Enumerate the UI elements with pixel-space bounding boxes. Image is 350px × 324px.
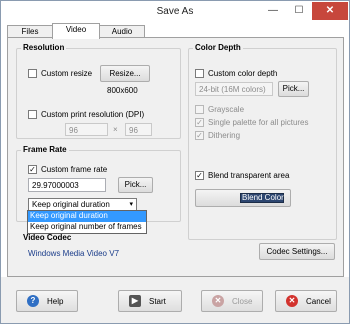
maximize-button[interactable]: ☐ [286, 2, 312, 20]
start-icon: ▶ [129, 295, 141, 307]
resize-button[interactable]: Resize... [100, 65, 150, 82]
blend-transparent-checkbox[interactable]: ✓ [195, 171, 204, 180]
cancel-label: Cancel [306, 297, 331, 306]
blend-color-label: Blend Color [242, 193, 284, 202]
custom-resize-checkbox[interactable] [28, 69, 37, 78]
close-circle-icon: ✕ [212, 295, 224, 307]
duration-option[interactable]: Keep original number of frames [28, 222, 146, 233]
dpi-x-field[interactable]: 96 [65, 123, 108, 136]
custom-color-depth-label: Custom color depth [208, 69, 278, 78]
close-button[interactable]: ✕ Close [201, 290, 263, 312]
color-depth-title: Color Depth [193, 43, 243, 52]
frame-rate-title: Frame Rate [21, 145, 69, 154]
dithering-checkbox[interactable]: ✓ [195, 131, 204, 140]
single-palette-label: Single palette for all pictures [208, 118, 309, 127]
custom-color-depth-checkbox[interactable] [195, 69, 204, 78]
video-codec-group: Video Codec Windows Media Video V7 Codec… [16, 233, 338, 270]
minimize-button[interactable]: — [260, 2, 286, 20]
custom-print-resolution-label: Custom print resolution (DPI) [41, 110, 145, 119]
color-depth-field[interactable]: 24-bit (16M colors) [195, 82, 273, 96]
close-window-button[interactable]: ✕ [312, 2, 348, 20]
custom-frame-rate-label: Custom frame rate [41, 165, 108, 174]
start-label: Start [149, 297, 166, 306]
close-label: Close [232, 297, 253, 306]
blend-transparent-label: Blend transparent area [208, 171, 290, 180]
color-depth-group: Color Depth Custom color depth 24-bit (1… [188, 43, 337, 240]
cancel-icon: ✕ [286, 295, 298, 307]
help-icon: ? [27, 295, 39, 307]
dpi-y-field[interactable]: 96 [125, 123, 152, 136]
duration-dropdown-list: Keep original duration Keep original num… [27, 210, 147, 234]
dpi-separator: × [113, 125, 118, 134]
start-button[interactable]: ▶ Start [118, 290, 182, 312]
grayscale-label: Grayscale [208, 105, 245, 114]
duration-selected: Keep original duration [32, 200, 110, 209]
resolution-title: Resolution [21, 43, 67, 52]
custom-resize-label: Custom resize [41, 69, 93, 78]
tab-video[interactable]: Video [52, 23, 100, 39]
video-codec-title: Video Codec [21, 233, 74, 242]
codec-settings-button[interactable]: Codec Settings... [259, 243, 335, 260]
custom-frame-rate-checkbox[interactable]: ✓ [28, 165, 37, 174]
codec-name: Windows Media Video V7 [28, 249, 120, 258]
help-label: Help [47, 297, 64, 306]
save-as-dialog: Save As — ☐ ✕ Files Video Audio Resoluti… [0, 0, 350, 324]
video-tab-panel: Resolution Custom resize Resize... 800x6… [7, 37, 344, 277]
custom-print-resolution-checkbox[interactable] [28, 110, 37, 119]
duration-option[interactable]: Keep original duration [28, 211, 146, 222]
grayscale-checkbox[interactable] [195, 105, 204, 114]
single-palette-checkbox[interactable]: ✓ [195, 118, 204, 127]
dithering-label: Dithering [208, 131, 241, 140]
cancel-button[interactable]: ✕ Cancel [275, 290, 337, 312]
frame-rate-field[interactable]: 29.97000003 [28, 178, 106, 192]
title-bar: Save As — ☐ ✕ [1, 1, 349, 23]
frame-rate-pick-button[interactable]: Pick... [118, 177, 153, 193]
blend-color-button[interactable]: Blend Color [195, 189, 291, 207]
resolution-group: Resolution Custom resize Resize... 800x6… [16, 43, 181, 139]
color-depth-pick-button[interactable]: Pick... [278, 81, 309, 97]
help-button[interactable]: ? Help [16, 290, 78, 312]
resize-value: 800x600 [107, 86, 138, 95]
chevron-down-icon: ▾ [129, 201, 133, 208]
